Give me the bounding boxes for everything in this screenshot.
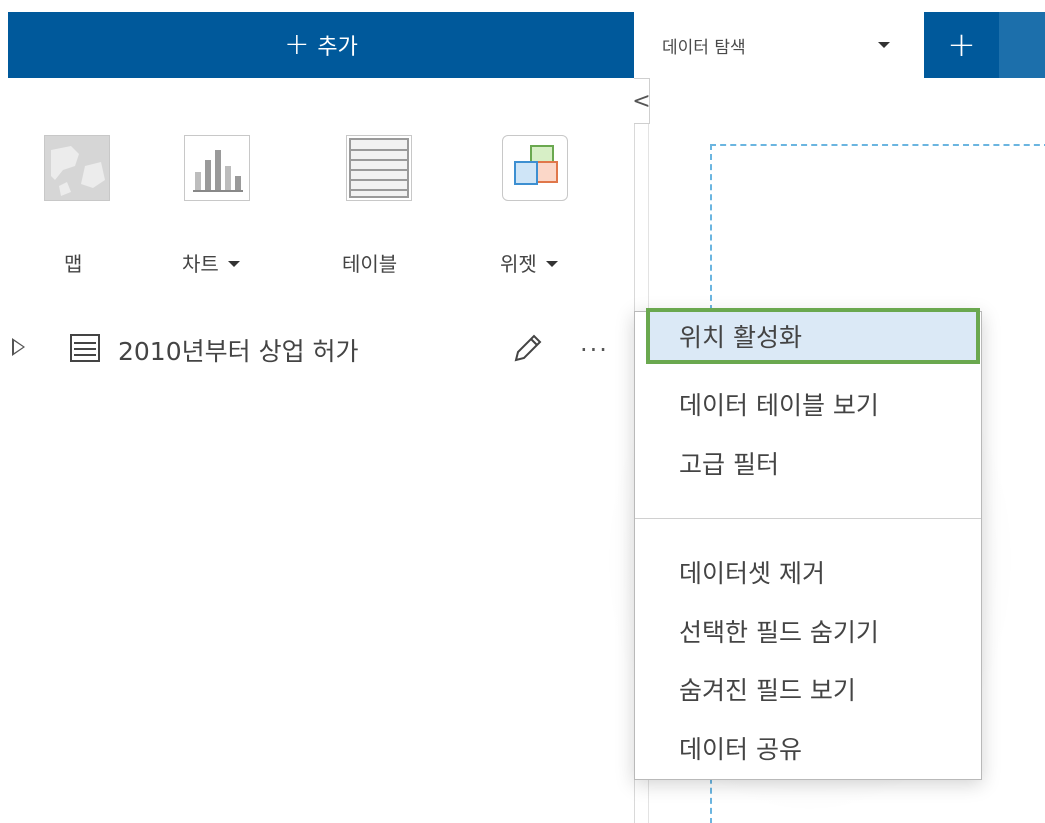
viz-label-text: 차트 bbox=[182, 252, 219, 276]
map-tile[interactable] bbox=[44, 135, 110, 201]
menu-item-advanced-filter[interactable]: 고급 필터 bbox=[635, 439, 981, 487]
chevron-down-icon bbox=[545, 260, 558, 267]
dataset-row[interactable]: 2010년부터 상업 허가 ··· bbox=[0, 326, 634, 370]
viz-label-text: 맵 bbox=[64, 252, 83, 276]
collapse-panel-button[interactable]: < bbox=[632, 78, 651, 124]
menu-divider bbox=[635, 518, 981, 519]
menu-item-enable-location[interactable]: 위치 활성화 bbox=[646, 308, 980, 364]
map-icon bbox=[45, 136, 109, 200]
menu-item-hide-selected-fields[interactable]: 선택한 필드 숨기기 bbox=[635, 607, 981, 655]
tab-label: 데이터 탐색 bbox=[662, 37, 746, 58]
menu-item-view-data-table[interactable]: 데이터 테이블 보기 bbox=[635, 380, 981, 428]
add-button[interactable]: + 추가 bbox=[8, 12, 634, 78]
table-icon bbox=[349, 138, 409, 198]
menu-item-label: 데이터셋 제거 bbox=[679, 559, 825, 588]
viz-label-map[interactable]: 맵 bbox=[64, 248, 82, 277]
chart-tile[interactable] bbox=[184, 135, 250, 201]
chevron-down-icon[interactable] bbox=[878, 42, 890, 48]
menu-item-label: 위치 활성화 bbox=[679, 323, 802, 352]
menu-item-label: 데이터 테이블 보기 bbox=[679, 391, 879, 420]
pencil-icon[interactable] bbox=[510, 332, 544, 366]
chevron-down-icon bbox=[227, 260, 240, 267]
viz-label-table[interactable]: 테이블 bbox=[342, 248, 397, 277]
viz-label-chart[interactable]: 차트 bbox=[182, 248, 240, 277]
dataset-context-menu: 위치 활성화 데이터 테이블 보기 고급 필터 데이터셋 제거 선택한 필드 숨… bbox=[634, 308, 982, 780]
table-tile[interactable] bbox=[346, 135, 412, 201]
dataset-table-icon bbox=[70, 334, 100, 362]
menu-item-share-data[interactable]: 데이터 공유 bbox=[635, 724, 981, 772]
plus-icon: + bbox=[947, 25, 976, 65]
expand-triangle-icon[interactable] bbox=[12, 338, 25, 356]
left-panel: 맵 차트 테이블 위젯 2010년부터 상업 허가 ··· bbox=[0, 78, 634, 823]
dataset-name[interactable]: 2010년부터 상업 허가 bbox=[118, 332, 359, 368]
tab-bar-filler bbox=[999, 12, 1045, 78]
add-button-label: 추가 bbox=[317, 35, 358, 60]
tab-bar: 데이터 탐색 + bbox=[634, 12, 1045, 78]
plus-icon: + bbox=[284, 27, 310, 62]
menu-item-label: 선택한 필드 숨기기 bbox=[679, 618, 879, 647]
viz-label-text: 위젯 bbox=[500, 252, 537, 276]
add-tab-button[interactable]: + bbox=[924, 12, 999, 78]
viz-label-widget[interactable]: 위젯 bbox=[500, 248, 558, 277]
chevron-left-icon: < bbox=[632, 88, 651, 114]
widget-tile[interactable] bbox=[502, 135, 568, 201]
menu-item-label: 고급 필터 bbox=[679, 450, 779, 479]
tab-data-explore[interactable]: 데이터 탐색 bbox=[634, 12, 924, 78]
viz-label-text: 테이블 bbox=[342, 252, 398, 276]
menu-item-label: 데이터 공유 bbox=[679, 735, 802, 764]
menu-item-show-hidden-fields[interactable]: 숨겨진 필드 보기 bbox=[635, 665, 981, 713]
menu-item-remove-dataset[interactable]: 데이터셋 제거 bbox=[635, 548, 981, 596]
more-options-icon[interactable]: ··· bbox=[580, 336, 609, 364]
bar-chart-icon bbox=[193, 150, 243, 192]
widget-icon bbox=[514, 145, 558, 185]
menu-item-label: 숨겨진 필드 보기 bbox=[679, 676, 856, 705]
